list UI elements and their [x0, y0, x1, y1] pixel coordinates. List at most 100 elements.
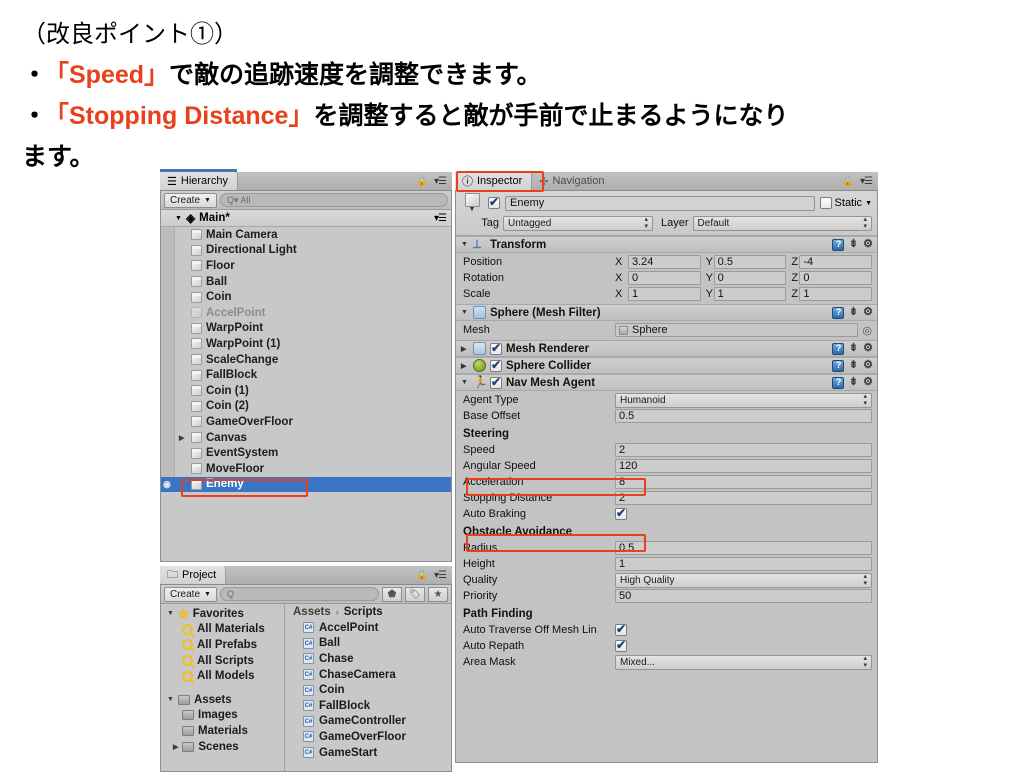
property-value-field[interactable]: 1 [615, 557, 872, 571]
help-book-icon[interactable] [831, 359, 844, 372]
breadcrumb-current[interactable]: Scripts [344, 606, 383, 618]
gear-icon[interactable]: ⚙ [863, 377, 873, 388]
hierarchy-item-accelpoint[interactable]: AccelPoint [161, 305, 451, 321]
hierarchy-create-button[interactable]: Create ▼ [164, 192, 217, 208]
project-folder-materials[interactable]: Materials [161, 723, 284, 739]
chevron-right-icon[interactable]: ▶ [179, 434, 184, 442]
property-value-field[interactable]: 2 [615, 491, 872, 505]
project-folder-scenes[interactable]: ▶ Scenes [161, 739, 284, 755]
panel-menu-icon[interactable]: ▾☰ [434, 570, 447, 581]
project-file-gamecontroller[interactable]: C# GameController [285, 714, 451, 730]
property-checkbox[interactable] [615, 622, 627, 636]
project-favorite-all-prefabs[interactable]: All Prefabs [161, 637, 284, 653]
chevron-down-icon[interactable]: ▼ [461, 309, 469, 316]
project-assets-root[interactable]: ▼ Assets [161, 692, 284, 708]
hierarchy-item-fallblock[interactable]: FallBlock [161, 367, 451, 383]
preset-icon[interactable]: ⇟ [849, 343, 858, 354]
label-filter-icon[interactable]: 🏷 [405, 586, 425, 602]
hierarchy-item-gameoverfloor[interactable]: GameOverFloor [161, 414, 451, 430]
property-checkbox[interactable] [615, 506, 627, 520]
hierarchy-item-main-camera[interactable]: Main Camera [161, 227, 451, 243]
chevron-right-icon[interactable]: ▶ [461, 345, 469, 353]
property-value-field[interactable]: 120 [615, 459, 872, 473]
hierarchy-item-ball[interactable]: Ball [161, 274, 451, 290]
lock-icon[interactable]: 🔒 [416, 570, 428, 581]
visibility-eye-icon[interactable]: ◉ [163, 479, 171, 490]
field-x[interactable]: 1 [628, 287, 701, 301]
object-name-field[interactable]: Enemy [505, 195, 815, 211]
object-picker-icon[interactable]: ◎ [862, 324, 872, 337]
gear-icon[interactable]: ⚙ [863, 239, 873, 250]
lock-icon[interactable]: 🔒 [842, 176, 854, 187]
panel-menu-icon[interactable]: ▾☰ [434, 176, 447, 187]
project-file-accelpoint[interactable]: C# AccelPoint [285, 620, 451, 636]
project-folder-images[interactable]: Images [161, 708, 284, 724]
property-value-field[interactable]: 50 [615, 589, 872, 603]
project-file-coin[interactable]: C# Coin [285, 682, 451, 698]
hierarchy-search-input[interactable]: Q▾ All [219, 193, 448, 207]
tab-project[interactable]: 🗀 Project [160, 566, 227, 584]
help-book-icon[interactable] [831, 376, 844, 389]
project-favorite-all-models[interactable]: All Models [161, 668, 284, 684]
hierarchy-item-coin[interactable]: Coin [161, 289, 451, 305]
panel-menu-icon[interactable]: ▾☰ [860, 176, 873, 187]
project-file-fallblock[interactable]: C# FallBlock [285, 698, 451, 714]
component-header-mesh-renderer[interactable]: ▶Mesh Renderer⇟⚙ [456, 340, 877, 357]
favorite-star-icon[interactable]: ★ [428, 586, 448, 602]
field-y[interactable]: 1 [713, 287, 787, 301]
project-file-ball[interactable]: C# Ball [285, 636, 451, 652]
scene-root-row[interactable]: ▼ ◈ Main* ▾☰ [161, 210, 451, 227]
project-file-chase[interactable]: C# Chase [285, 651, 451, 667]
chevron-down-icon[interactable]: ▼ [167, 696, 174, 703]
component-header-sphere-mesh-filter[interactable]: ▼Sphere (Mesh Filter)⇟⚙ [456, 304, 877, 321]
hierarchy-item-scalechange[interactable]: ScaleChange [161, 352, 451, 368]
field-x[interactable]: 0 [628, 271, 701, 285]
help-book-icon[interactable] [831, 238, 844, 251]
preset-icon[interactable]: ⇟ [849, 360, 858, 371]
hierarchy-item-warppoint[interactable]: WarpPoint [161, 321, 451, 337]
preset-icon[interactable]: ⇟ [849, 307, 858, 318]
property-dropdown[interactable]: Humanoid ▴ ▾ [615, 392, 872, 408]
hierarchy-item-warppoint-1[interactable]: WarpPoint (1) [161, 336, 451, 352]
tab-hierarchy[interactable]: ☰ Hierarchy [160, 169, 238, 190]
chevron-right-icon[interactable]: ▶ [461, 362, 469, 370]
project-favorite-all-materials[interactable]: All Materials [161, 622, 284, 638]
component-enabled-checkbox[interactable] [490, 341, 502, 355]
project-file-gamestart[interactable]: C# GameStart [285, 745, 451, 761]
project-favorites-root[interactable]: ▼ ★ Favorites [161, 606, 284, 622]
project-search-input[interactable]: Q [219, 587, 379, 601]
project-file-chasecamera[interactable]: C# ChaseCamera [285, 667, 451, 683]
gear-icon[interactable]: ⚙ [863, 343, 873, 354]
field-z[interactable]: -4 [799, 255, 873, 269]
project-file-gameoverfloor[interactable]: C# GameOverFloor [285, 729, 451, 745]
field-z[interactable]: 1 [799, 287, 873, 301]
preset-icon[interactable]: ⇟ [849, 377, 858, 388]
help-book-icon[interactable] [831, 342, 844, 355]
chevron-down-icon[interactable]: ▼ [461, 379, 469, 386]
property-value-field[interactable]: 2 [615, 443, 872, 457]
object-enabled-checkbox[interactable] [488, 195, 500, 209]
property-dropdown[interactable]: High Quality ▴ ▾ [615, 572, 872, 588]
field-z[interactable]: 0 [799, 271, 873, 285]
component-header-transform[interactable]: ▼⟂Transform⇟⚙ [456, 236, 877, 253]
component-enabled-checkbox[interactable] [490, 358, 502, 372]
chevron-down-icon[interactable]: ▼ [167, 610, 174, 617]
property-value-field[interactable]: 0.5 [615, 541, 872, 555]
hierarchy-item-coin-1[interactable]: Coin (1) [161, 383, 451, 399]
property-checkbox[interactable] [615, 638, 627, 652]
property-value-field[interactable]: 8 [615, 475, 872, 489]
tab-navigation[interactable]: ✢ Navigation [532, 172, 613, 190]
hierarchy-item-eventsystem[interactable]: EventSystem [161, 445, 451, 461]
tab-inspector[interactable]: ⓘ Inspector [455, 172, 533, 190]
property-dropdown[interactable]: Mixed... ▴ ▾ [615, 654, 872, 670]
object-filter-icon[interactable]: ⬟ [382, 586, 402, 602]
component-header-nav-mesh-agent[interactable]: ▼🏃Nav Mesh Agent⇟⚙ [456, 374, 877, 391]
tag-dropdown[interactable]: Untagged ▴ ▾ [503, 215, 653, 231]
hierarchy-item-coin-2[interactable]: Coin (2) [161, 399, 451, 415]
hierarchy-item-enemy[interactable]: ◉ Enemy [161, 476, 451, 493]
chevron-down-icon[interactable]: ▼ [461, 241, 469, 248]
field-y[interactable]: 0.5 [713, 255, 787, 269]
project-create-button[interactable]: Create ▼ [164, 586, 217, 602]
property-value-field[interactable]: 0.5 [615, 409, 872, 423]
hierarchy-item-floor[interactable]: Floor [161, 258, 451, 274]
